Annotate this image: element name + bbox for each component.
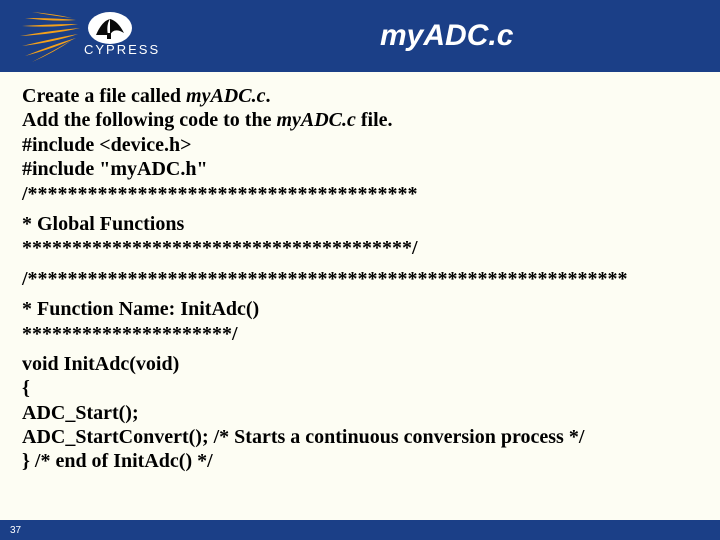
tree-icon (92, 15, 128, 41)
slide-title: myADC.c (380, 19, 513, 53)
filename-text: myADC.c (276, 109, 355, 131)
code-line: ADC_Start(); (22, 401, 698, 425)
code-line: /*************************************** (22, 182, 698, 206)
text: . (265, 85, 270, 107)
text: file. (356, 109, 393, 131)
brand-text: CYPRESS (84, 42, 160, 57)
code-line: #include "myADC.h" (22, 157, 698, 181)
body-line: Add the following code to the myADC.c fi… (22, 108, 698, 132)
code-line: ***************************************/ (22, 236, 698, 260)
code-line: * Function Name: InitAdc() (22, 297, 698, 321)
slide-header: CYPRESS myADC.c (0, 0, 720, 72)
code-line: * Global Functions (22, 212, 698, 236)
code-line: ADC_StartConvert(); /* Starts a continuo… (22, 425, 698, 449)
code-line: #include <device.h> (22, 133, 698, 157)
page-number: 37 (10, 525, 21, 536)
code-line: } /* end of InitAdc() */ (22, 449, 698, 473)
text: Create a file called (22, 85, 186, 107)
code-line: /***************************************… (22, 267, 698, 291)
slide-footer: 37 (0, 520, 720, 540)
text: Add the following code to the (22, 109, 276, 131)
body-line: Create a file called myADC.c. (22, 84, 698, 108)
code-line: void InitAdc(void) (22, 352, 698, 376)
tree-oval-icon (88, 12, 132, 44)
sunrays-icon (20, 6, 90, 66)
logo-area: CYPRESS (0, 0, 230, 72)
cypress-logo: CYPRESS (82, 10, 222, 58)
code-line: *********************/ (22, 322, 698, 346)
filename-text: myADC.c (186, 85, 265, 107)
slide-body: Create a file called myADC.c. Add the fo… (0, 72, 720, 474)
code-line: { (22, 376, 698, 400)
